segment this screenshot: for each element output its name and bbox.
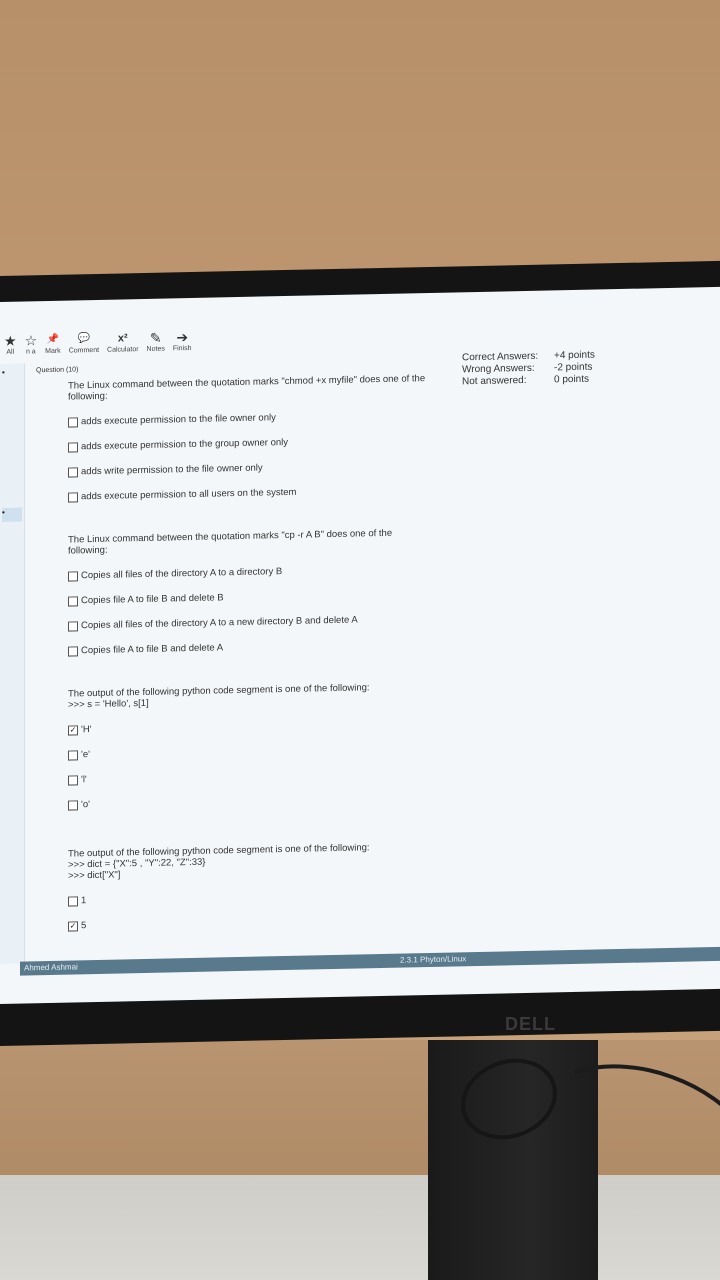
answer-option[interactable]: adds execute permission to all users on … [68,484,448,503]
status-bar: Ahmed Ashmai 2.3.1 Phyton/Linux [20,946,720,976]
checkbox[interactable] [68,491,78,503]
question-block: The output of the following python code … [68,841,448,932]
question-text: The output of the following python code … [68,842,370,882]
question-block: The Linux command between the quotation … [68,373,448,503]
answer-option[interactable]: ✓ 'H' [68,717,448,736]
answer-option[interactable]: Copies file A to file B and delete B [68,588,448,607]
option-label: 'l' [81,774,87,786]
question-block: The output of the following python code … [68,681,448,811]
option-label: adds write permission to the file owner … [81,462,263,478]
toolbar-calculator-button[interactable]: x² Calculator [107,330,139,354]
student-name: Ahmed Ashmai [24,962,78,973]
question-text: The output of the following python code … [68,682,370,711]
option-label: Copies all files of the directory A to a… [81,566,283,582]
question-block: The Linux command between the quotation … [68,527,448,657]
nav-marker-active[interactable]: • [2,507,22,522]
notes-icon: ✎ [149,329,162,346]
answer-option[interactable]: 1 [68,888,448,907]
checkbox[interactable] [68,466,78,478]
question-text: The Linux command between the quotation … [68,527,393,557]
question-navigator: • • [0,363,25,964]
calculator-icon: x² [117,332,128,345]
nav-marker[interactable]: • [2,368,22,382]
toolbar-label: Mark [45,347,61,356]
checkbox[interactable] [68,441,78,453]
toolbar-label: n a [25,348,36,356]
checkbox[interactable] [68,895,78,907]
scoring-legend: Correct Answers: +4 points Wrong Answers… [462,349,614,388]
checkbox[interactable] [68,570,78,582]
star-outline-icon: ☆ [24,332,38,349]
version-label: 2.3.1 Phyton/Linux [400,954,467,965]
toolbar-label: Calculator [107,346,139,354]
answer-option[interactable]: ✓ 5 [68,913,448,932]
checkbox[interactable] [68,620,78,632]
option-label: adds execute permission to all users on … [81,486,297,503]
comment-icon: 💬 [77,333,91,345]
checkbox[interactable] [68,595,78,607]
toolbar-label: Notes [146,345,165,353]
pin-icon: 📌 [46,333,60,346]
answer-option[interactable]: adds execute permission to the group own… [68,434,448,453]
checkbox-checked[interactable]: ✓ [68,920,78,932]
answer-option[interactable]: Copies all files of the directory A to a… [68,563,448,582]
toolbar-label: Finish [172,344,192,353]
option-label: Copies file A to file B and delete B [81,592,224,607]
checkbox-checked[interactable]: ✓ [68,724,78,736]
option-label: 5 [81,920,87,932]
answer-option[interactable]: Copies all files of the directory A to a… [68,613,448,632]
toolbar-all-button[interactable]: ★ All [4,333,17,356]
checkbox[interactable] [68,416,78,428]
monitor-brand-logo: DELL [505,1014,556,1034]
checkbox[interactable] [68,774,78,786]
checkbox[interactable] [68,749,78,761]
toolbar-comment-button[interactable]: 💬 Comment [68,331,100,355]
answer-option[interactable]: 'e' [68,742,448,761]
unanswered-points: 0 points [554,373,590,386]
star-icon: ★ [4,332,17,349]
answer-option[interactable]: 'o' [68,792,448,811]
toolbar-mark-button[interactable]: 📌 Mark [45,332,61,355]
option-label: adds execute permission to the group own… [81,436,289,453]
toolbar-notes-button[interactable]: ✎ Notes [147,330,165,353]
answer-option[interactable]: 'l' [68,767,448,786]
checkbox[interactable] [68,645,78,657]
option-label: 'e' [81,749,90,761]
exam-toolbar: ★ All ☆ n a 📌 Mark 💬 Comment x² Calculat… [0,301,720,356]
checkbox[interactable] [68,799,78,811]
answer-option[interactable]: adds write permission to the file owner … [68,459,448,478]
option-label: 'o' [81,799,90,811]
toolbar-na-button[interactable]: ☆ n a [25,332,38,355]
toolbar-label: All [6,348,15,356]
screen: ★ All ☆ n a 📌 Mark 💬 Comment x² Calculat… [0,286,720,1004]
toolbar-label: Comment [68,346,100,355]
unanswered-label: Not answered: [462,374,527,388]
option-label: 1 [81,895,87,907]
finish-icon: ➔ [176,329,189,346]
option-label: Copies file A to file B and delete A [81,642,224,657]
option-label: adds execute permission to the file owne… [81,412,276,428]
toolbar-finish-button[interactable]: ➔ Finish [173,329,192,352]
question-text: The Linux command between the quotation … [68,373,426,403]
answer-option[interactable]: Copies file A to file B and delete A [68,638,448,657]
option-label: 'H' [81,724,92,736]
option-label: Copies all files of the directory A to a… [81,614,358,632]
answer-option[interactable]: adds execute permission to the file owne… [68,409,448,428]
question-number: Question (10) [36,366,79,375]
